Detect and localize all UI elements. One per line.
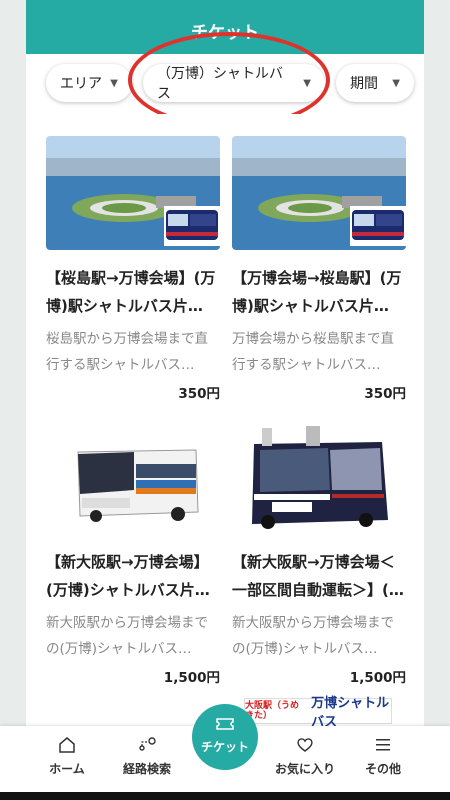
nav-favorites[interactable]: お気に入り [260,736,350,777]
card-price: 350円 [364,386,406,402]
card-description: 新大阪駅から万博会場までの(万博)シャトルバス… [232,615,394,657]
card-price: 1,500円 [163,670,220,686]
card-title: 【桜島駅→万博会場】(万博)駅シャトルバス片… [46,269,216,315]
nav-route-search[interactable]: 経路検索 [102,736,192,777]
nav-home-label: ホーム [49,762,85,776]
banner-title: 万博シャトルバス [311,696,390,730]
home-icon [22,736,112,756]
route-search-icon [102,736,192,756]
expo-aerial-image [46,136,220,250]
period-filter-label: 期間 [350,76,378,92]
ticket-card[interactable]: 【新大阪駅→万博会場】(万博)シャトルバス片… 新大阪駅から万博会場までの(万博… [46,420,220,686]
card-title: 【万博会場→桜島駅】(万博)駅シャトルバス片… [232,269,402,315]
heart-icon [260,736,350,756]
nav-ticket-label: チケット [200,740,249,754]
chevron-down-icon: ▼ [110,77,118,89]
nav-ticket[interactable]: チケット [192,704,258,770]
card-title: 【新大阪駅→万博会場＜一部区間自動運転＞】(… [232,553,404,599]
nav-route-search-label: 経路検索 [122,762,171,776]
nav-home[interactable]: ホーム [22,736,112,777]
card-price: 1,500円 [349,670,406,686]
ticket-icon [192,716,258,734]
ticket-card[interactable]: 【桜島駅→万博会場】(万博)駅シャトルバス片… 桜島駅から万博会場まで直行する駅… [46,136,220,402]
ticket-card[interactable]: 【万博会場→桜島駅】(万博)駅シャトルバス片… 万博会場から桜島駅まで直行する駅… [232,136,406,402]
ticket-card[interactable]: 【新大阪駅→万博会場＜一部区間自動運転＞】(… 新大阪駅から万博会場までの(万博… [232,420,406,686]
card-description: 新大阪駅から万博会場までの(万博)シャトルバス… [46,615,208,657]
card-title: 【新大阪駅→万博会場】(万博)シャトルバス片… [46,553,210,599]
area-filter-dropdown[interactable]: エリア ▼ [46,64,132,102]
card-price: 350円 [178,386,220,402]
card-description: 万博会場から桜島駅まで直行する駅シャトルバス… [232,331,394,373]
menu-list-icon [338,736,428,756]
expo-aerial-image [232,136,406,250]
area-filter-label: エリア [60,76,102,92]
nav-other-label: その他 [364,762,401,776]
left-gutter [0,54,26,746]
period-filter-dropdown[interactable]: 期間 ▼ [336,64,414,102]
chevron-down-icon: ▼ [392,77,400,89]
right-gutter [424,54,450,746]
shuttle-bus-banner[interactable]: 大阪駅（うめきた） 万博シャトルバス [244,696,392,730]
system-nav-bar [0,792,450,800]
coach-bus-image [46,420,220,534]
nav-favorites-label: お気に入り [274,762,335,776]
autonomous-bus-image [232,420,406,534]
card-description: 桜島駅から万博会場まで直行する駅シャトルバス… [46,331,208,373]
nav-other[interactable]: その他 [338,736,428,777]
